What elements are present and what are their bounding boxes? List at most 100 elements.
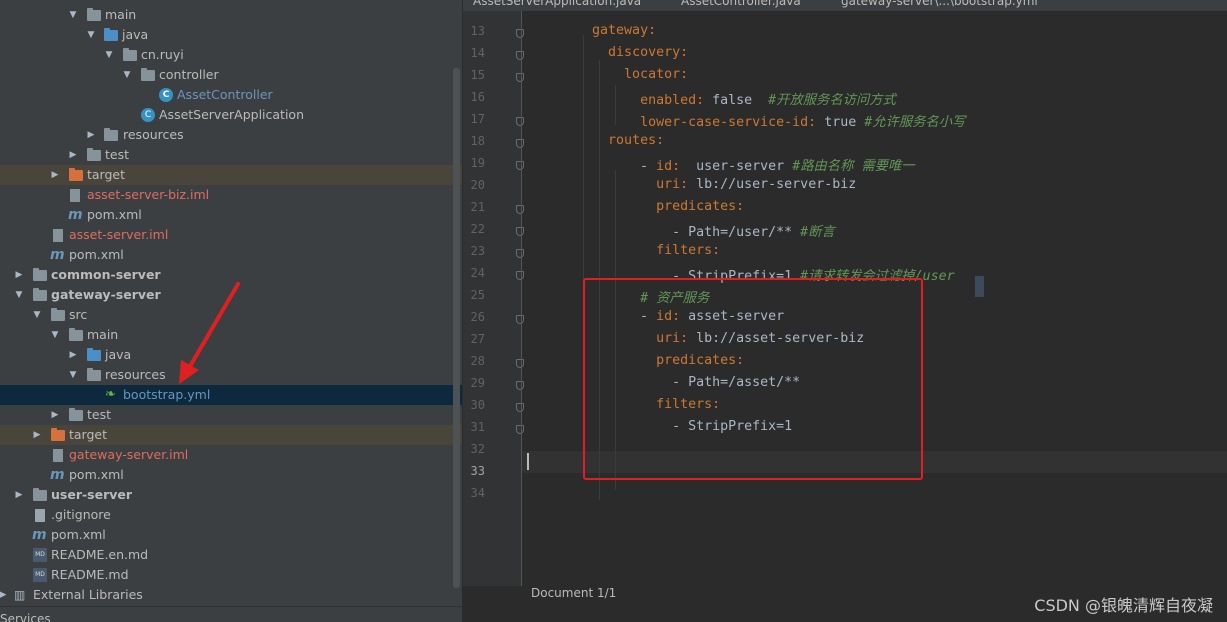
module-folder-icon bbox=[33, 268, 47, 281]
fold-marker-icon[interactable] bbox=[516, 205, 524, 214]
tree-row-pom[interactable]: m pom.xml bbox=[0, 465, 462, 485]
code-line: routes: bbox=[608, 133, 665, 148]
tab-label: AssetController.java bbox=[681, 0, 801, 8]
tree-row-controller[interactable]: ▼ controller bbox=[0, 65, 462, 85]
code-line: - Path=/user/** #断言 bbox=[560, 225, 835, 240]
chevron-down-icon[interactable]: ▼ bbox=[68, 370, 78, 380]
fold-marker-icon[interactable] bbox=[516, 227, 524, 236]
fold-marker-icon[interactable] bbox=[516, 161, 524, 170]
fold-marker-icon[interactable] bbox=[516, 249, 524, 258]
fold-marker-icon[interactable] bbox=[516, 29, 524, 38]
iml-file-icon bbox=[53, 229, 63, 242]
code-line: predicates: bbox=[656, 199, 745, 214]
line-number: 15 bbox=[470, 68, 485, 82]
tree-row-java[interactable]: ▼ java bbox=[0, 25, 462, 45]
package-icon bbox=[141, 68, 155, 81]
tree-row-asset-server-biz-iml[interactable]: asset-server-biz.iml bbox=[0, 185, 462, 205]
chevron-right-icon[interactable]: ▶ bbox=[68, 350, 78, 360]
chevron-down-icon[interactable]: ▼ bbox=[104, 50, 114, 60]
fold-marker-icon[interactable] bbox=[516, 73, 524, 82]
tree-row-asset-server-application[interactable]: C AssetServerApplication bbox=[0, 105, 462, 125]
line-number: 16 bbox=[470, 90, 485, 104]
tree-row-gateway-server-iml[interactable]: gateway-server.iml bbox=[0, 445, 462, 465]
fold-marker-icon[interactable] bbox=[516, 139, 524, 148]
tree-row-external-libraries[interactable]: ▶ ▥ External Libraries bbox=[0, 585, 462, 605]
chevron-down-icon[interactable]: ▼ bbox=[32, 310, 42, 320]
code-line: - id: user-server #路由名称 需要唯一 bbox=[560, 159, 915, 174]
project-tree-panel: ▼ main ▼ java ▼ cn.ruyi ▼ controller C A… bbox=[0, 0, 462, 622]
tree-row-target[interactable]: ▶ target bbox=[0, 165, 462, 185]
module-folder-icon bbox=[33, 488, 47, 501]
tree-row-pom[interactable]: m pom.xml bbox=[0, 245, 462, 265]
tree-scrollbar[interactable] bbox=[453, 68, 460, 588]
tree-row-gitignore[interactable]: .gitignore bbox=[0, 505, 462, 525]
tree-label: AssetController bbox=[177, 87, 273, 102]
tree-row-pom[interactable]: m pom.xml bbox=[0, 205, 462, 225]
tree-label: java bbox=[105, 347, 132, 362]
tree-row-user-server[interactable]: ▶ user-server bbox=[0, 485, 462, 505]
line-number: 28 bbox=[470, 354, 485, 368]
tree-row-asset-server-iml[interactable]: asset-server.iml bbox=[0, 225, 462, 245]
red-annotation-arrow-icon bbox=[179, 282, 240, 384]
tree-row-readme[interactable]: MD README.md bbox=[0, 565, 462, 585]
chevron-right-icon[interactable]: ▶ bbox=[32, 430, 42, 440]
tree-label: resources bbox=[105, 367, 166, 382]
fold-marker-icon[interactable] bbox=[516, 381, 524, 390]
markdown-file-icon: MD bbox=[33, 548, 47, 562]
gutter-divider bbox=[521, 11, 522, 586]
tab-asset-server-application[interactable]: AssetServerApplication.java bbox=[473, 0, 641, 11]
spring-boot-class-icon: C bbox=[141, 108, 155, 122]
chevron-right-icon[interactable]: ▶ bbox=[50, 410, 60, 420]
iml-file-icon bbox=[53, 449, 63, 462]
chevron-right-icon[interactable]: ▶ bbox=[50, 170, 60, 180]
chevron-down-icon[interactable]: ▼ bbox=[122, 70, 132, 80]
fold-marker-icon[interactable] bbox=[516, 51, 524, 60]
tree-row-target[interactable]: ▶ target bbox=[0, 425, 462, 445]
line-number: 19 bbox=[470, 156, 485, 170]
fold-marker-icon[interactable] bbox=[516, 315, 524, 324]
package-icon bbox=[123, 48, 137, 61]
resources-folder-icon bbox=[104, 128, 118, 141]
fold-marker-icon[interactable] bbox=[516, 403, 524, 412]
tree-row-pom[interactable]: m pom.xml bbox=[0, 525, 462, 545]
tree-label: target bbox=[69, 427, 108, 442]
maven-icon: m bbox=[68, 207, 83, 223]
chevron-down-icon[interactable]: ▼ bbox=[50, 330, 60, 340]
tree-row-readme-en[interactable]: MD README.en.md bbox=[0, 545, 462, 565]
chevron-right-icon[interactable]: ▶ bbox=[14, 270, 24, 280]
fold-marker-icon[interactable] bbox=[516, 359, 524, 368]
line-number: 31 bbox=[470, 420, 485, 434]
line-number: 20 bbox=[470, 178, 485, 192]
code-line: locator: bbox=[624, 67, 689, 82]
tree-row-test[interactable]: ▶ test bbox=[0, 145, 462, 165]
tree-label: README.en.md bbox=[51, 547, 149, 562]
tab-bootstrap-yml[interactable]: gateway-server\...\bootstrap.yml bbox=[841, 0, 1038, 11]
tree-label: gateway-server.iml bbox=[69, 447, 189, 462]
fold-marker-icon[interactable] bbox=[516, 117, 524, 126]
line-number: 22 bbox=[470, 222, 485, 236]
tab-asset-controller[interactable]: AssetController.java bbox=[681, 0, 801, 11]
chevron-right-icon[interactable]: ▶ bbox=[0, 590, 8, 600]
tree-label: controller bbox=[159, 67, 219, 82]
tree-label: main bbox=[87, 327, 119, 342]
fold-marker-icon[interactable] bbox=[516, 271, 524, 280]
chevron-down-icon[interactable]: ▼ bbox=[68, 10, 78, 20]
services-tool-window-button[interactable]: Services bbox=[0, 606, 462, 622]
chevron-down-icon[interactable]: ▼ bbox=[86, 30, 96, 40]
line-number: 25 bbox=[470, 288, 485, 302]
chevron-right-icon[interactable]: ▶ bbox=[86, 130, 96, 140]
code-line: gateway: bbox=[592, 23, 657, 38]
tree-row-main[interactable]: ▼ main bbox=[0, 5, 462, 25]
tree-row-test[interactable]: ▶ test bbox=[0, 405, 462, 425]
chevron-right-icon[interactable]: ▶ bbox=[68, 150, 78, 160]
tree-row-package[interactable]: ▼ cn.ruyi bbox=[0, 45, 462, 65]
document-status: Document 1/1 bbox=[531, 586, 617, 600]
chevron-down-icon[interactable]: ▼ bbox=[14, 290, 24, 300]
tree-row-asset-controller[interactable]: C AssetController bbox=[0, 85, 462, 105]
module-folder-icon bbox=[33, 288, 47, 301]
code-line: filters: bbox=[656, 243, 721, 258]
chevron-right-icon[interactable]: ▶ bbox=[14, 490, 24, 500]
tree-row-resources[interactable]: ▶ resources bbox=[0, 125, 462, 145]
fold-marker-icon[interactable] bbox=[516, 425, 524, 434]
tree-label: src bbox=[69, 307, 88, 322]
